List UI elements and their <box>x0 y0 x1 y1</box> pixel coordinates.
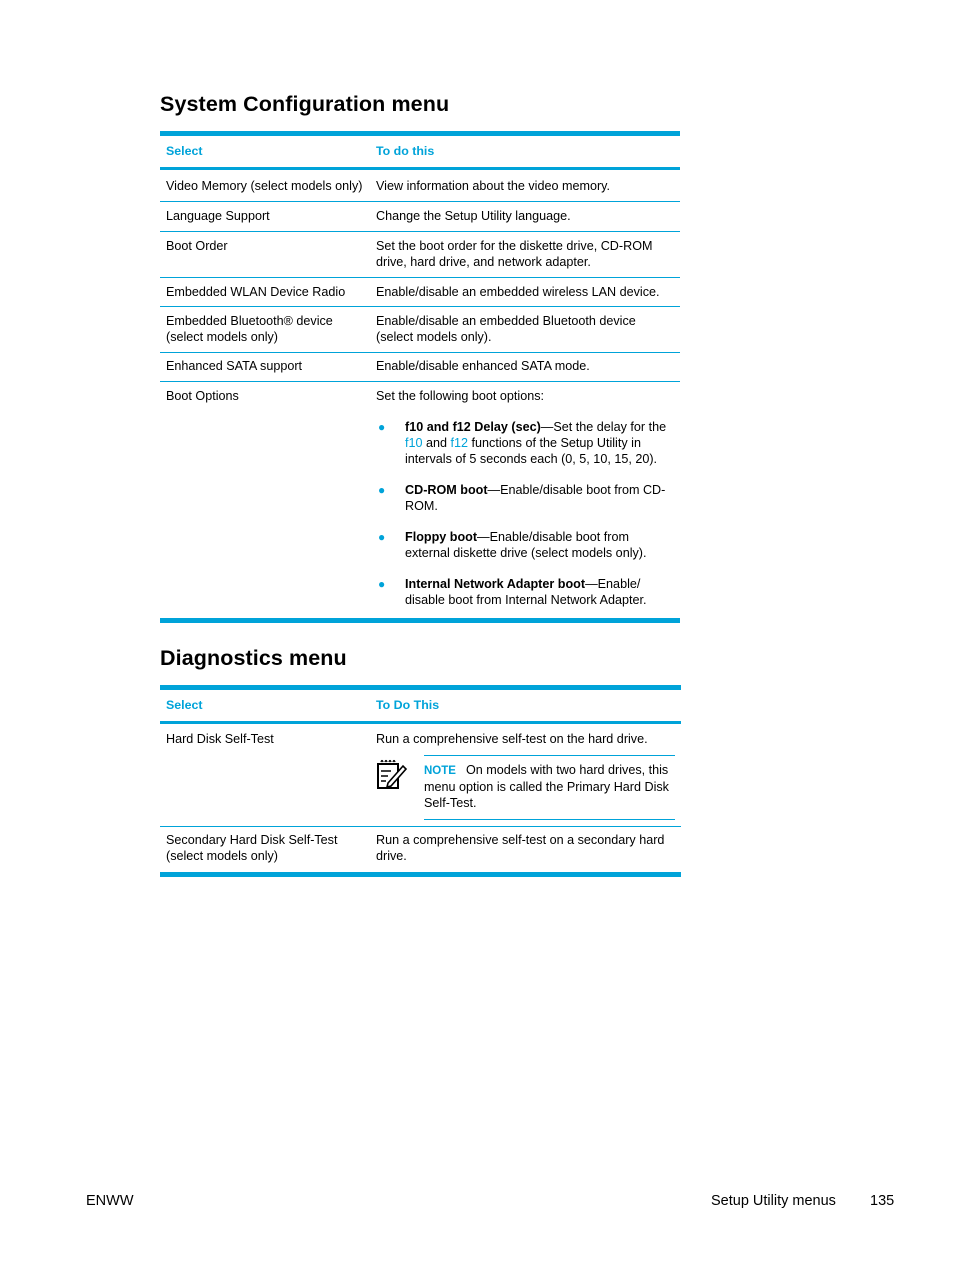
option-text: —Set the delay for the <box>540 420 667 434</box>
row-action: Enable/disable an embedded Bluetooth dev… <box>376 314 636 344</box>
option-term: CD-ROM boot <box>405 483 488 497</box>
note-pencil-icon <box>377 759 408 789</box>
diagnostics-table: Select To Do This Hard Disk Self-Test Ru… <box>160 685 681 877</box>
row-select: Boot Order <box>166 239 228 253</box>
table-row: Secondary Hard Disk Self-Test (select mo… <box>160 827 681 875</box>
note-text: On models with two hard drives, this men… <box>424 763 669 810</box>
document-page: System Configuration menu Select To do t… <box>0 0 954 1270</box>
row-action: Set the following boot options: ● f10 an… <box>370 382 680 621</box>
note-box: NOTE On models with two hard drives, this… <box>376 755 675 820</box>
key-f10: f10 <box>405 436 423 450</box>
option-term: f10 and f12 Delay (sec) <box>405 420 541 434</box>
option-text: and <box>422 436 451 450</box>
column-header-action: To Do This <box>376 698 440 712</box>
row-action: Enable/disable an embedded wireless LAN … <box>376 285 660 299</box>
list-item: ● Internal Network Adapter boot—Enable/ … <box>376 576 674 608</box>
row-action: View information about the video memory. <box>376 179 611 193</box>
system-config-table: Select To do this Video Memory (select m… <box>160 131 680 623</box>
column-header-select: Select <box>166 698 203 712</box>
table-row: Boot Order Set the boot order for the di… <box>160 232 680 278</box>
row-select: Boot Options <box>166 389 239 403</box>
row-select: Secondary Hard Disk Self-Test (select mo… <box>166 833 338 863</box>
bullet-icon: ● <box>378 420 386 434</box>
list-item: ● Floppy boot—Enable/disable boot from e… <box>376 529 674 561</box>
system-config-title: System Configuration menu <box>160 92 450 116</box>
row-action: Enable/disable enhanced SATA mode. <box>376 359 590 373</box>
note-content: NOTE On models with two hard drives, this… <box>424 755 675 820</box>
row-action: Run a comprehensive self-test on the har… <box>370 723 681 827</box>
list-item: ● f10 and f12 Delay (sec)—Set the delay … <box>376 419 674 467</box>
row-action-text: Run a comprehensive self-test on the har… <box>376 732 648 746</box>
column-header-select: Select <box>166 144 203 158</box>
table-header-row: Select To Do This <box>160 687 681 723</box>
row-select: Video Memory (select models only) <box>166 179 363 193</box>
boot-options-list: ● f10 and f12 Delay (sec)—Set the delay … <box>376 419 674 608</box>
row-select: Embedded Bluetooth® device (select model… <box>166 314 333 344</box>
footer-page-number: 135 <box>870 1193 895 1209</box>
row-select: Language Support <box>166 209 270 223</box>
row-select: Hard Disk Self-Test <box>166 732 274 746</box>
table-row-boot-options: Boot Options Set the following boot opti… <box>160 382 680 621</box>
footer-chapter-title: Setup Utility menus <box>711 1193 836 1209</box>
row-action: Run a comprehensive self-test on a secon… <box>376 833 665 863</box>
bullet-icon: ● <box>378 483 386 497</box>
row-action: Change the Setup Utility language. <box>376 209 571 223</box>
diagnostics-title: Diagnostics menu <box>160 646 347 670</box>
table-row: Language Support Change the Setup Utilit… <box>160 202 680 232</box>
bullet-icon: ● <box>378 530 386 544</box>
table-row: Embedded Bluetooth® device (select model… <box>160 307 680 353</box>
note-label: NOTE <box>424 765 456 777</box>
column-header-action: To do this <box>376 144 435 158</box>
option-term: Floppy boot <box>405 530 478 544</box>
key-f12: f12 <box>450 436 469 450</box>
row-select: Embedded WLAN Device Radio <box>166 285 346 299</box>
row-select: Enhanced SATA support <box>166 359 303 373</box>
bullet-icon: ● <box>378 577 386 591</box>
row-action: Set the boot order for the diskette driv… <box>376 239 653 269</box>
list-item: ● CD-ROM boot—Enable/disable boot from C… <box>376 482 674 514</box>
boot-options-intro: Set the following boot options: <box>376 389 545 403</box>
table-row: Embedded WLAN Device Radio Enable/disabl… <box>160 278 680 307</box>
table-row: Video Memory (select models only) View i… <box>160 169 680 202</box>
table-row: Hard Disk Self-Test Run a comprehensive … <box>160 723 681 827</box>
footer-left-label: ENWW <box>86 1193 134 1209</box>
option-term: Internal Network Adapter boot <box>405 577 586 591</box>
table-row: Enhanced SATA support Enable/disable enh… <box>160 353 680 382</box>
table-header-row: Select To do this <box>160 133 680 169</box>
